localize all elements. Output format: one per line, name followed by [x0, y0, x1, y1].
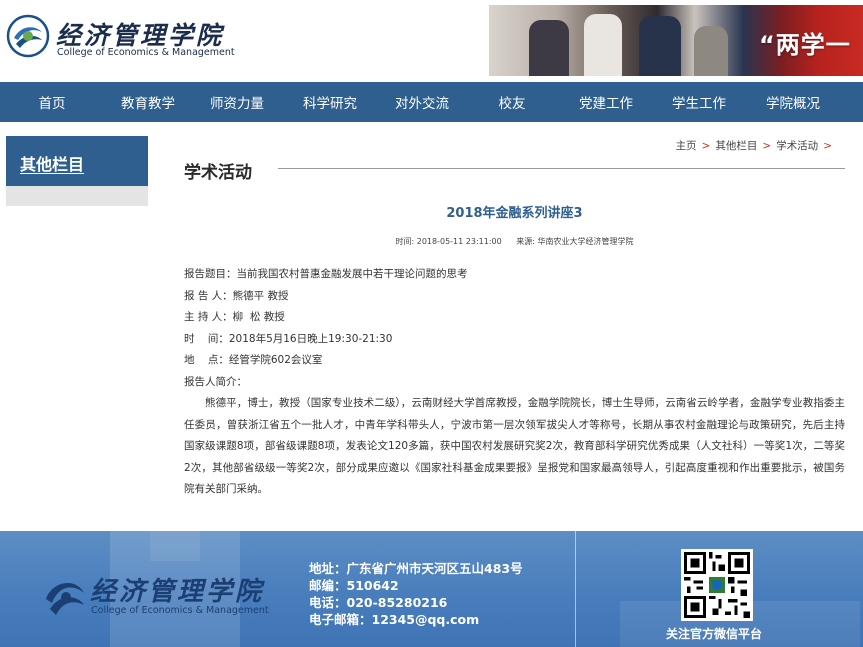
- footer-postcode: 邮编：510642: [309, 578, 399, 593]
- sidebar-menu: [6, 186, 148, 206]
- site-header: 经济管理学院 College of Economics & Management…: [0, 0, 863, 82]
- speaker-bio: 熊德平，博士，教授（国家专业技术二级），云南财经大学首席教授，金融学院院长，博士…: [184, 397, 845, 495]
- breadcrumb-other[interactable]: 其他栏目: [715, 140, 757, 152]
- sidebar: 其他栏目: [6, 136, 148, 206]
- nav-item-home[interactable]: 首页: [0, 82, 104, 122]
- banner-slogan: “两学一: [759, 31, 851, 59]
- breadcrumb: 主页 > 其他栏目 > 学术活动 >: [676, 138, 837, 153]
- college-logo[interactable]: 经济管理学院 College of Economics & Management: [6, 14, 235, 64]
- report-speaker: 报 告 人：熊德平 教授: [184, 289, 289, 302]
- footer-phone: 电话：020-85280216: [309, 595, 448, 610]
- article-body: 报告题目：当前我国农村普惠金融发展中若干理论问题的思考 报 告 人：熊德平 教授…: [184, 264, 845, 501]
- breadcrumb-separator: >: [701, 140, 711, 152]
- breadcrumb-current[interactable]: 学术活动: [776, 140, 818, 152]
- main-nav: 首页 教育教学 师资力量 科学研究 对外交流 校友 党建工作 学生工作 学院概况: [0, 82, 863, 122]
- report-topic: 报告题目：当前我国农村普惠金融发展中若干理论问题的思考: [184, 268, 468, 280]
- nav-item-party[interactable]: 党建工作: [558, 82, 654, 122]
- nav-item-alumni[interactable]: 校友: [466, 82, 558, 122]
- footer-divider: [575, 531, 576, 647]
- speaker-bio-heading: 报告人简介：: [184, 375, 247, 388]
- nav-item-education[interactable]: 教育教学: [104, 82, 192, 122]
- breadcrumb-separator: >: [823, 140, 832, 152]
- footer-logo-chinese: 经济管理学院: [90, 577, 265, 607]
- section-divider: [278, 168, 845, 169]
- header-banner: “两学一: [489, 5, 863, 76]
- nav-item-about[interactable]: 学院概况: [744, 82, 842, 122]
- site-footer: 经济管理学院 College of Economics & Management…: [0, 531, 863, 647]
- nav-item-research[interactable]: 科学研究: [282, 82, 378, 122]
- breadcrumb-home[interactable]: 主页: [676, 140, 697, 152]
- nav-item-students[interactable]: 学生工作: [654, 82, 744, 122]
- sidebar-header: 其他栏目: [6, 136, 148, 186]
- article-meta: 时间: 2018-05-11 23:11:00 来源: 华南农业大学经济管理学院: [184, 236, 845, 247]
- qr-caption: 关注官方微信平台: [666, 627, 763, 641]
- article-source: 来源: 华南农业大学经济管理学院: [516, 237, 634, 246]
- nav-item-exchange[interactable]: 对外交流: [378, 82, 466, 122]
- breadcrumb-separator: >: [762, 140, 772, 152]
- footer-logo-english: College of Economics & Management: [91, 605, 269, 616]
- footer-logo[interactable]: 经济管理学院 College of Economics & Management: [42, 571, 272, 626]
- nav-item-faculty[interactable]: 师资力量: [192, 82, 282, 122]
- footer-emblem-icon: [46, 582, 84, 615]
- qr-code-icon: [684, 552, 750, 618]
- wechat-qr-code: [681, 549, 753, 621]
- report-place: 地 点：经管学院602会议室: [184, 354, 323, 366]
- logo-english-name: College of Economics & Management: [57, 47, 235, 58]
- contact-info: 地址：广东省广州市天河区五山483号 邮编：510642 电话：020-8528…: [309, 560, 523, 628]
- college-emblem-icon: [6, 14, 50, 58]
- report-time: 时 间：2018年5月16日晚上19:30-21:30: [184, 332, 393, 345]
- article-title: 2018年金融系列讲座3: [446, 206, 583, 221]
- footer-address: 地址：广东省广州市天河区五山483号: [309, 561, 523, 576]
- footer-email: 电子邮箱：12345@qq.com: [309, 612, 480, 627]
- section-title: 学术活动: [184, 163, 252, 183]
- sidebar-title[interactable]: 其他栏目: [20, 151, 84, 175]
- article-time: 时间: 2018-05-11 23:11:00: [395, 237, 502, 246]
- report-host: 主 持 人：柳 松 教授: [184, 311, 285, 323]
